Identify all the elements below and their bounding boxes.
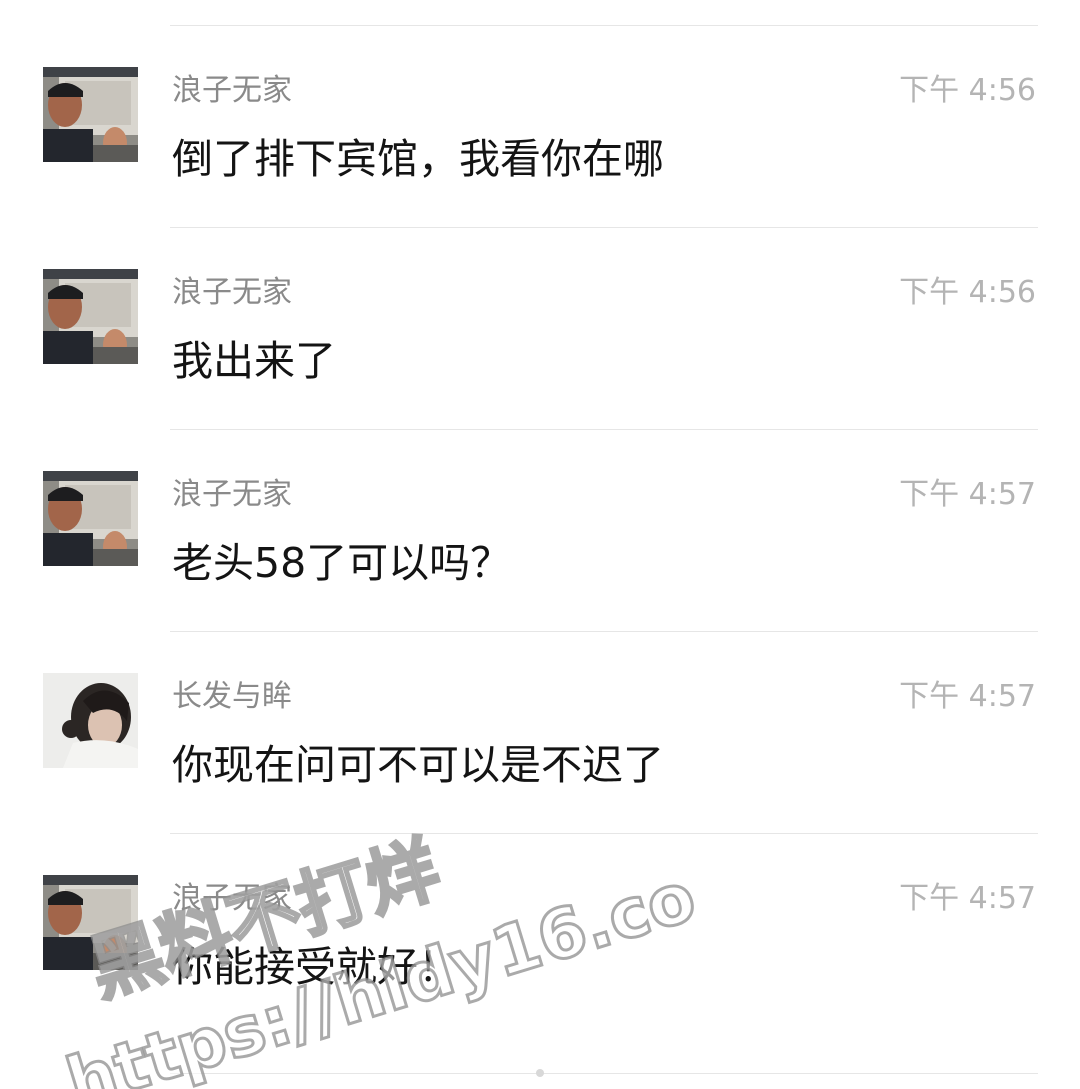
sender-name: 浪子无家: [172, 881, 292, 916]
man-in-car-avatar-icon: [43, 269, 138, 364]
divider: [170, 25, 1038, 26]
sender-name: 浪子无家: [172, 477, 292, 512]
chat-message[interactable]: 浪子无家 下午 4:56 倒了排下宾馆，我看你在哪: [0, 67, 1080, 267]
message-text: 倒了排下宾馆，我看你在哪: [172, 135, 664, 183]
message-text: 你现在问可不可以是不迟了: [172, 741, 664, 789]
divider: [170, 631, 1038, 632]
avatar[interactable]: [43, 673, 138, 768]
scroll-indicator: [536, 1069, 544, 1077]
man-in-car-avatar-icon: [43, 471, 138, 566]
avatar[interactable]: [43, 269, 138, 364]
message-time: 下午 4:57: [899, 881, 1036, 916]
message-time: 下午 4:57: [899, 679, 1036, 714]
chat-message[interactable]: 浪子无家 下午 4:57 你能接受就好！: [0, 875, 1080, 1075]
divider: [170, 429, 1038, 430]
message-text: 老头58了可以吗？: [172, 539, 512, 587]
message-time: 下午 4:56: [899, 275, 1036, 310]
man-in-car-avatar-icon: [43, 67, 138, 162]
sender-name: 长发与眸: [172, 679, 292, 714]
message-time: 下午 4:57: [899, 477, 1036, 512]
sender-name: 浪子无家: [172, 73, 292, 108]
man-in-car-avatar-icon: [43, 875, 138, 970]
divider: [170, 833, 1038, 834]
chat-message[interactable]: 浪子无家 下午 4:57 老头58了可以吗？: [0, 471, 1080, 671]
message-text: 你能接受就好！: [172, 943, 459, 991]
avatar[interactable]: [43, 471, 138, 566]
divider: [170, 1073, 1038, 1074]
chat-message[interactable]: 长发与眸 下午 4:57 你现在问可不可以是不迟了: [0, 673, 1080, 873]
avatar[interactable]: [43, 67, 138, 162]
divider: [170, 227, 1038, 228]
avatar[interactable]: [43, 875, 138, 970]
woman-long-hair-avatar-icon: [43, 673, 138, 768]
message-time: 下午 4:56: [899, 73, 1036, 108]
sender-name: 浪子无家: [172, 275, 292, 310]
message-text: 我出来了: [172, 337, 336, 385]
chat-list: 浪子无家 下午 4:56 倒了排下宾馆，我看你在哪 浪子无家 下午 4:56 我…: [0, 0, 1080, 1089]
chat-message[interactable]: 浪子无家 下午 4:56 我出来了: [0, 269, 1080, 469]
